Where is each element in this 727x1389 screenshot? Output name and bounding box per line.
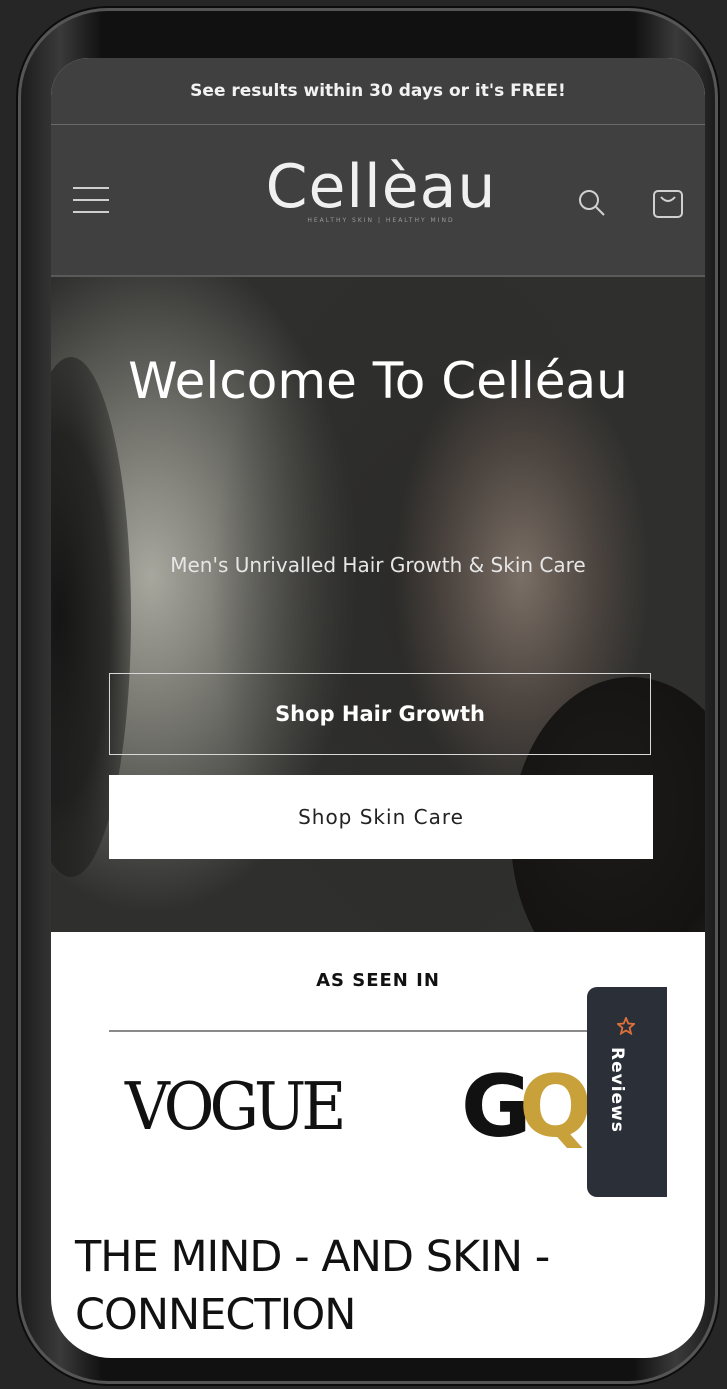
- hero-title: Welcome To Celléau: [128, 352, 628, 410]
- reviews-tab-label: Reviews: [607, 1047, 627, 1133]
- mind-skin-connection-heading: THE MIND - AND SKIN - CONNECTION: [75, 1232, 550, 1340]
- cart-icon[interactable]: [649, 183, 687, 221]
- site-logo[interactable]: Cellèau HEALTHY SKIN | HEALTHY MIND: [241, 153, 521, 224]
- reviews-tab[interactable]: Reviews: [587, 987, 667, 1197]
- gq-logo: G Q: [461, 1058, 592, 1148]
- announcement-bar: See results within 30 days or it's FREE!: [51, 58, 705, 125]
- hamburger-menu-icon[interactable]: [73, 187, 109, 213]
- hero-subtitle: Men's Unrivalled Hair Growth & Skin Care: [170, 553, 586, 577]
- hero-banner: Welcome To Celléau Men's Unrivalled Hair…: [51, 277, 705, 932]
- vogue-logo: VOGUE: [125, 1068, 347, 1145]
- site-header: Cellèau HEALTHY SKIN | HEALTHY MIND: [51, 125, 705, 277]
- shop-hair-growth-label: Shop Hair Growth: [275, 702, 485, 726]
- as-seen-in-divider: [109, 1030, 655, 1032]
- announcement-text: See results within 30 days or it's FREE!: [190, 81, 566, 101]
- star-icon: [617, 1017, 635, 1035]
- gq-logo-q: Q: [519, 1058, 592, 1148]
- shop-skin-care-button[interactable]: Shop Skin Care: [109, 775, 653, 859]
- search-icon[interactable]: [576, 187, 608, 219]
- shop-skin-care-label: Shop Skin Care: [298, 805, 464, 829]
- shop-hair-growth-button[interactable]: Shop Hair Growth: [109, 673, 651, 755]
- logo-text: Cellèau: [265, 152, 497, 222]
